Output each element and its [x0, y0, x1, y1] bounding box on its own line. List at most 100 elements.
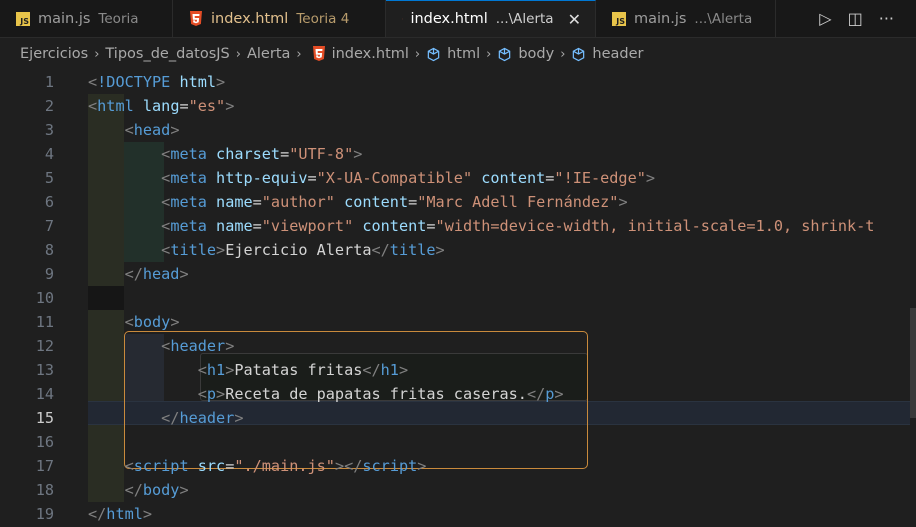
code-token: content [481, 169, 546, 187]
breadcrumb: Ejercicios › Tipos_de_datosJS › Alerta ›… [0, 38, 916, 70]
breadcrumb-item[interactable]: Ejercicios [20, 46, 88, 62]
code-line: 9 </head> [0, 262, 916, 286]
code-editor[interactable]: 1 <!DOCTYPE html> 2 <html lang="es"> 3 <he… [0, 70, 916, 527]
line-number: 12 [35, 337, 54, 355]
code-token: html [97, 97, 134, 115]
chevron-right-icon: › [486, 46, 492, 62]
code-token: meta [170, 193, 207, 211]
tab-filename: main.js [634, 10, 687, 27]
code-line: 8 <title>Ejercicio Alerta</title> [0, 238, 916, 262]
line-number: 7 [44, 217, 54, 235]
tab-main-js-alerta[interactable]: JS main.js ...\Alerta [596, 0, 776, 37]
tab-folder: ...\Alerta [694, 10, 753, 27]
code-token: head [142, 265, 180, 283]
symbol-element-icon [499, 47, 511, 61]
line-number: 3 [44, 121, 54, 139]
close-icon[interactable]: ✕ [568, 10, 581, 29]
tab-filename: index.html [410, 11, 488, 27]
line-number: 13 [35, 361, 54, 379]
symbol-element-icon [427, 47, 440, 61]
code-token: "./main.js" [234, 457, 335, 475]
line-number: 1 [44, 73, 54, 91]
breadcrumb-item[interactable]: body [518, 46, 554, 62]
code-line: 5 <meta http-equiv="X-UA-Compatible" con… [0, 166, 916, 190]
code-token: Patatas fritas [234, 361, 363, 379]
line-number: 4 [44, 145, 54, 163]
code-line: 14 <p>Receta de papatas fritas caseras.<… [0, 382, 916, 406]
code-token: header [179, 409, 235, 427]
chevron-right-icon: › [94, 46, 100, 62]
line-number: 15 [35, 409, 54, 427]
symbol-element-icon [573, 47, 585, 61]
code-line: 6 <meta name="author" content="Marc Adel… [0, 190, 916, 214]
line-number: 8 [44, 241, 54, 259]
code-token: html [106, 505, 143, 523]
code-line: 4 <meta charset="UTF-8"> [0, 142, 916, 166]
code-line: 2 <html lang="es"> [0, 94, 916, 118]
code-token: content [362, 217, 427, 235]
breadcrumb-item[interactable]: index.html [332, 46, 409, 62]
editor-actions: ▷ ◫ ··· [801, 0, 916, 37]
tab-main-js-teoria[interactable]: JS main.js Teoria [0, 0, 173, 37]
breadcrumb-item[interactable]: Alerta [247, 46, 290, 62]
editor-tab-bar: JS main.js Teoria index.html Teoria 4 in… [0, 0, 916, 38]
code-line: 19 </html> [0, 502, 916, 526]
code-token: name [216, 193, 253, 211]
chevron-right-icon: › [560, 46, 566, 62]
code-line: 13 <h1>Patatas fritas</h1> [0, 358, 916, 382]
code-token: !DOCTYPE [97, 73, 171, 91]
code-token: h1 [380, 361, 399, 379]
code-token: title [389, 241, 436, 259]
code-line: 12 <header> [0, 334, 916, 358]
vertical-scrollbar[interactable] [910, 70, 916, 527]
code-line: 17 <script src="./main.js"></script> [0, 454, 916, 478]
code-line: 18 </body> [0, 478, 916, 502]
chevron-right-icon: › [235, 46, 241, 62]
code-token: charset [216, 145, 281, 163]
code-token: http-equiv [216, 169, 308, 187]
line-number: 17 [35, 457, 54, 475]
code-token: "author" [261, 193, 335, 211]
code-line: 11 <body> [0, 310, 916, 334]
code-token: h1 [206, 361, 226, 379]
code-token: body [133, 313, 171, 331]
breadcrumb-item[interactable]: header [592, 46, 643, 62]
code-token: script [362, 457, 418, 475]
code-token: body [142, 481, 180, 499]
html5-file-icon [190, 10, 202, 26]
code-token: name [216, 217, 253, 235]
line-number: 18 [35, 481, 54, 499]
code-token: src [197, 457, 226, 475]
code-token: head [133, 121, 171, 139]
js-file-icon: JS [612, 11, 626, 26]
code-token: html [179, 73, 217, 91]
line-number: 10 [35, 289, 54, 307]
more-actions-icon[interactable]: ··· [879, 9, 894, 28]
code-token: Ejercicio Alerta [225, 241, 372, 259]
tab-index-html-teoria[interactable]: index.html Teoria 4 [173, 0, 386, 37]
code-token: Receta de papatas fritas caseras. [225, 385, 527, 403]
tab-index-html-alerta[interactable]: index.html ...\Alerta ✕ [386, 0, 596, 37]
run-icon[interactable]: ▷ [819, 9, 831, 28]
chevron-right-icon: › [414, 46, 421, 62]
breadcrumb-item[interactable]: html [447, 46, 480, 62]
split-editor-icon[interactable]: ◫ [848, 9, 863, 28]
line-number: 2 [44, 97, 54, 115]
breadcrumb-item[interactable]: Tipos_de_datosJS [105, 46, 229, 62]
tab-folder: ...\Alerta [495, 11, 554, 27]
code-token: p [206, 385, 217, 403]
code-token: "width=device-width, initial-scale=1.0, … [435, 217, 875, 235]
code-token: title [170, 241, 217, 259]
code-token: "Marc Adell Fernández" [417, 193, 619, 211]
chevron-right-icon: › [296, 46, 302, 62]
js-file-icon: JS [16, 11, 30, 26]
code-line: 7 <meta name="viewport" content="width=d… [0, 214, 916, 238]
code-line: 15 </header> [0, 406, 916, 430]
tab-folder: Teoria [98, 10, 139, 27]
code-line: 3 <head> [0, 118, 916, 142]
scrollbar-thumb[interactable] [910, 308, 916, 418]
tab-filename: main.js [38, 10, 91, 27]
code-token: lang [142, 97, 180, 115]
code-line: 16 [0, 430, 916, 454]
tab-filename: index.html [211, 10, 289, 27]
